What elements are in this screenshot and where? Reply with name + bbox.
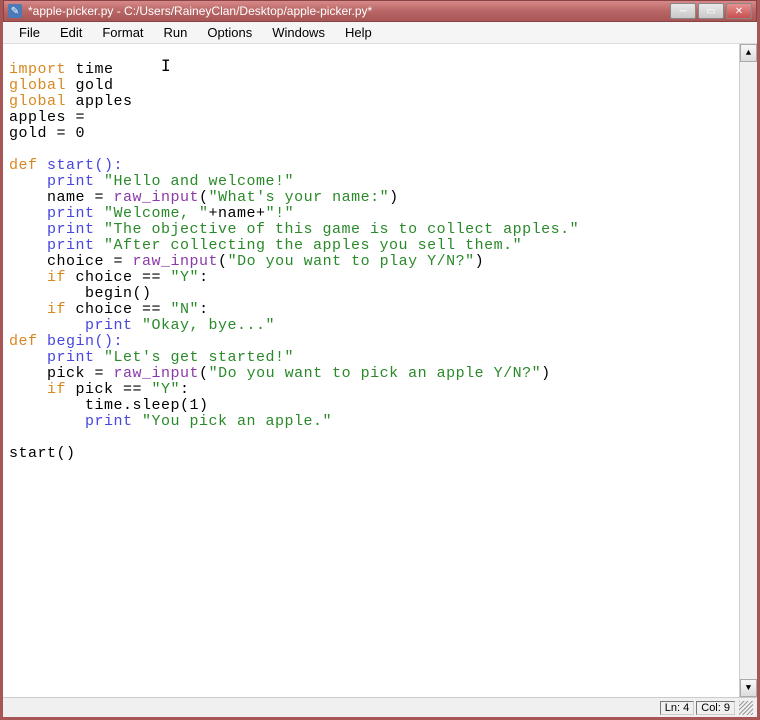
vertical-scrollbar[interactable]: ▲ ▼: [739, 44, 757, 697]
text-cursor-icon: I: [161, 58, 171, 74]
code-text: import: [9, 61, 66, 78]
menu-file[interactable]: File: [9, 23, 50, 42]
menu-options[interactable]: Options: [197, 23, 262, 42]
editor-window: ✎ *apple-picker.py - C:/Users/RaineyClan…: [0, 0, 760, 720]
minimize-button[interactable]: ─: [670, 3, 696, 19]
code-editor[interactable]: import time global gold global apples ap…: [3, 44, 739, 697]
titlebar[interactable]: ✎ *apple-picker.py - C:/Users/RaineyClan…: [3, 0, 757, 22]
statusbar: Ln: 4 Col: 9: [3, 697, 757, 717]
resize-grip-icon[interactable]: [739, 701, 753, 715]
menu-edit[interactable]: Edit: [50, 23, 92, 42]
menu-run[interactable]: Run: [154, 23, 198, 42]
status-line: Ln: 4: [660, 701, 694, 715]
window-controls: ─ ▭ ✕: [670, 3, 752, 19]
scroll-track[interactable]: [740, 62, 757, 679]
maximize-button[interactable]: ▭: [698, 3, 724, 19]
menu-format[interactable]: Format: [92, 23, 153, 42]
python-icon: ✎: [8, 4, 22, 18]
menu-help[interactable]: Help: [335, 23, 382, 42]
scroll-up-icon[interactable]: ▲: [740, 44, 757, 62]
scroll-down-icon[interactable]: ▼: [740, 679, 757, 697]
editor-area: import time global gold global apples ap…: [3, 44, 757, 697]
menu-windows[interactable]: Windows: [262, 23, 335, 42]
menubar: File Edit Format Run Options Windows Hel…: [3, 22, 757, 44]
close-button[interactable]: ✕: [726, 3, 752, 19]
window-title: *apple-picker.py - C:/Users/RaineyClan/D…: [28, 4, 670, 18]
status-col: Col: 9: [696, 701, 735, 715]
